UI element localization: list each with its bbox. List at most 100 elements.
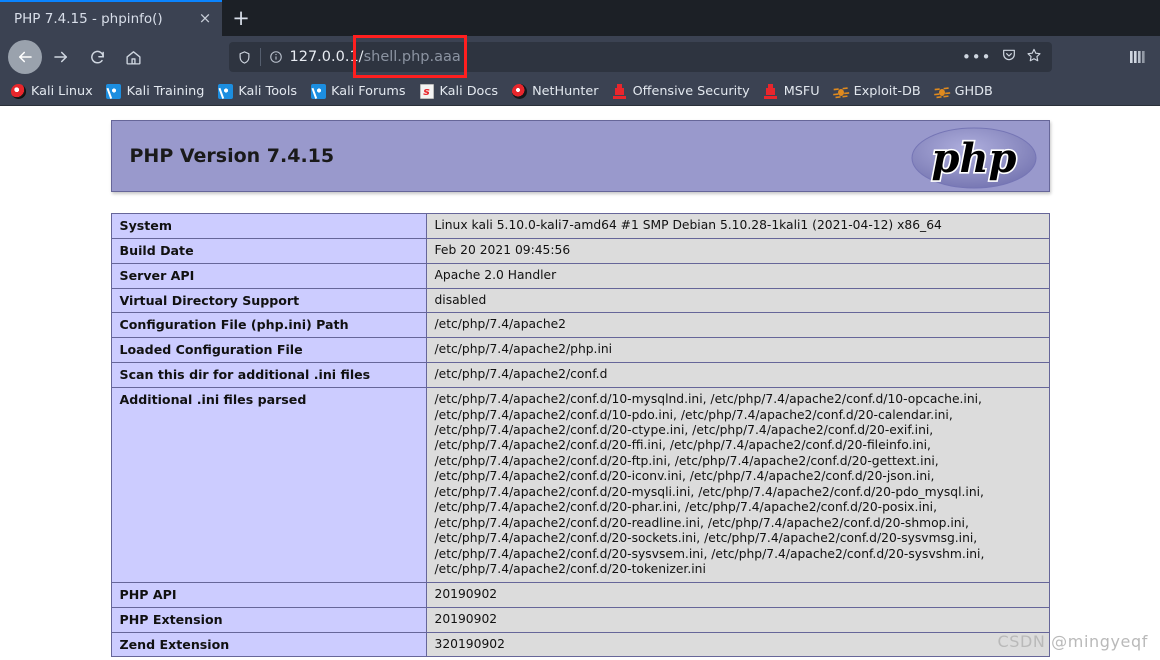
row-key: Loaded Configuration File (110, 337, 427, 364)
bookmark-ghdb[interactable]: GHDB (930, 82, 1000, 102)
row-key: Server API (110, 262, 427, 289)
library-menu-button[interactable] (1130, 49, 1152, 65)
phpinfo-table: System Linux kali 5.10.0-kali7-amd64 #1 … (110, 213, 1050, 657)
kali-dragon-icon (10, 84, 26, 100)
kali-blue-icon (217, 84, 233, 100)
bookmark-star-icon[interactable] (1026, 47, 1042, 67)
table-row: PHP API 20190902 (110, 581, 1050, 608)
url-bar-container: 127.0.0.1/shell.php.aaa ••• (152, 42, 1128, 72)
bookmark-label: NetHunter (532, 84, 599, 99)
row-value: /etc/php/7.4/apache2/conf.d/10-mysqlnd.i… (425, 387, 1050, 583)
offensive-security-icon (612, 84, 628, 100)
navigation-toolbar: 127.0.0.1/shell.php.aaa ••• (0, 36, 1160, 78)
bookmarks-toolbar: Kali Linux Kali Training Kali Tools Kali… (0, 78, 1160, 106)
php-version-header: PHP Version 7.4.15 php (110, 120, 1050, 192)
exploit-db-spider-icon (833, 84, 849, 100)
tab-strip: PHP 7.4.15 - phpinfo() × + (0, 0, 1160, 36)
address-bar[interactable]: 127.0.0.1/shell.php.aaa ••• (228, 42, 1052, 72)
row-key: Zend Extension (110, 631, 427, 657)
back-button[interactable] (8, 40, 42, 74)
table-row: Additional .ini files parsed /etc/php/7.… (110, 387, 1050, 583)
divider (259, 48, 261, 66)
row-key: Configuration File (php.ini) Path (110, 312, 427, 339)
bookmark-nethunter[interactable]: NetHunter (507, 82, 605, 102)
row-value: /etc/php/7.4/apache2 (425, 312, 1050, 339)
row-value: /etc/php/7.4/apache2/conf.d (425, 362, 1050, 389)
bookmark-msfu[interactable]: MSFU (759, 82, 827, 102)
bookmark-label: MSFU (783, 84, 820, 99)
table-row: Server API Apache 2.0 Handler (110, 262, 1050, 289)
php-logo: php (911, 127, 1036, 189)
row-value: 20190902 (425, 581, 1050, 608)
bookmark-label: Kali Forums (331, 84, 406, 99)
bookmark-kali-tools[interactable]: Kali Tools (213, 82, 304, 102)
url-text[interactable]: 127.0.0.1/shell.php.aaa (290, 49, 962, 65)
ghdb-spider-icon (934, 84, 950, 100)
bookmark-offensive-security[interactable]: Offensive Security (608, 82, 757, 102)
bookmark-exploit-db[interactable]: Exploit-DB (829, 82, 928, 102)
kali-docs-icon (419, 84, 435, 100)
row-key: Scan this dir for additional .ini files (110, 362, 427, 389)
table-row: Configuration File (php.ini) Path /etc/p… (110, 312, 1050, 339)
phpinfo-table-body: System Linux kali 5.10.0-kali7-amd64 #1 … (110, 213, 1050, 657)
table-row: Scan this dir for additional .ini files … (110, 362, 1050, 389)
forward-button[interactable] (44, 40, 78, 74)
tab-phpinfo[interactable]: PHP 7.4.15 - phpinfo() × (0, 0, 222, 36)
home-button[interactable] (116, 40, 150, 74)
bookmark-kali-training[interactable]: Kali Training (102, 82, 212, 102)
shield-icon[interactable] (237, 50, 252, 65)
kali-blue-icon (106, 84, 122, 100)
library-icon (1130, 51, 1145, 63)
row-value: Apache 2.0 Handler (425, 262, 1050, 289)
pocket-icon[interactable] (1001, 47, 1017, 67)
url-host: 127.0.0.1/ (289, 49, 364, 65)
row-value: 320190902 (425, 631, 1050, 657)
info-icon[interactable] (269, 50, 283, 64)
nethunter-icon (511, 84, 527, 100)
row-key: Additional .ini files parsed (110, 387, 427, 583)
row-key: System (110, 213, 427, 239)
reload-icon (90, 50, 104, 63)
tab-title: PHP 7.4.15 - phpinfo() (14, 11, 163, 27)
bookmark-kali-forums[interactable]: Kali Forums (306, 82, 412, 102)
row-key: Virtual Directory Support (110, 287, 427, 314)
table-row: System Linux kali 5.10.0-kali7-amd64 #1 … (110, 213, 1050, 239)
table-row: Zend Extension 320190902 (110, 631, 1050, 657)
bookmark-label: Kali Docs (439, 84, 499, 99)
table-row: Build Date Feb 20 2021 09:45:56 (110, 237, 1050, 264)
page-title: PHP Version 7.4.15 (129, 145, 335, 167)
bookmark-label: Offensive Security (632, 84, 750, 99)
table-row: PHP Extension 20190902 (110, 606, 1050, 633)
bookmark-kali-linux[interactable]: Kali Linux (6, 82, 100, 102)
row-value: Feb 20 2021 09:45:56 (425, 237, 1050, 264)
msfu-icon (763, 84, 779, 100)
table-row: Loaded Configuration File /etc/php/7.4/a… (110, 337, 1050, 364)
arrow-left-icon (18, 51, 32, 63)
kali-blue-icon (310, 84, 326, 100)
new-tab-button[interactable]: + (222, 0, 260, 36)
bookmark-label: Exploit-DB (853, 84, 921, 99)
url-path: shell.php.aaa (363, 49, 461, 65)
page-viewport: PHP Version 7.4.15 php System Linux kali… (0, 106, 1160, 657)
table-row: Virtual Directory Support disabled (110, 287, 1050, 314)
bookmark-label: Kali Linux (31, 84, 93, 99)
bookmark-label: Kali Training (126, 84, 205, 99)
row-key: Build Date (110, 237, 427, 264)
row-value: Linux kali 5.10.0-kali7-amd64 #1 SMP Deb… (425, 213, 1050, 239)
page-actions-icon[interactable]: ••• (962, 50, 992, 65)
home-icon (125, 50, 141, 65)
bookmark-label: Kali Tools (238, 84, 298, 99)
reload-button[interactable] (80, 40, 114, 74)
php-logo-text: php (931, 135, 1016, 182)
bookmark-kali-docs[interactable]: Kali Docs (415, 82, 506, 102)
bookmark-label: GHDB (954, 84, 993, 99)
phpinfo-page: PHP Version 7.4.15 php System Linux kali… (0, 106, 1160, 657)
row-value: disabled (425, 287, 1050, 314)
close-icon[interactable]: × (194, 8, 216, 30)
row-value: 20190902 (425, 606, 1050, 633)
row-value: /etc/php/7.4/apache2/php.ini (425, 337, 1050, 364)
arrow-right-icon (54, 51, 68, 63)
browser-chrome: PHP 7.4.15 - phpinfo() × + 127.0.0.1/she… (0, 0, 1160, 106)
url-actions: ••• (962, 47, 1046, 67)
row-key: PHP Extension (110, 606, 427, 633)
